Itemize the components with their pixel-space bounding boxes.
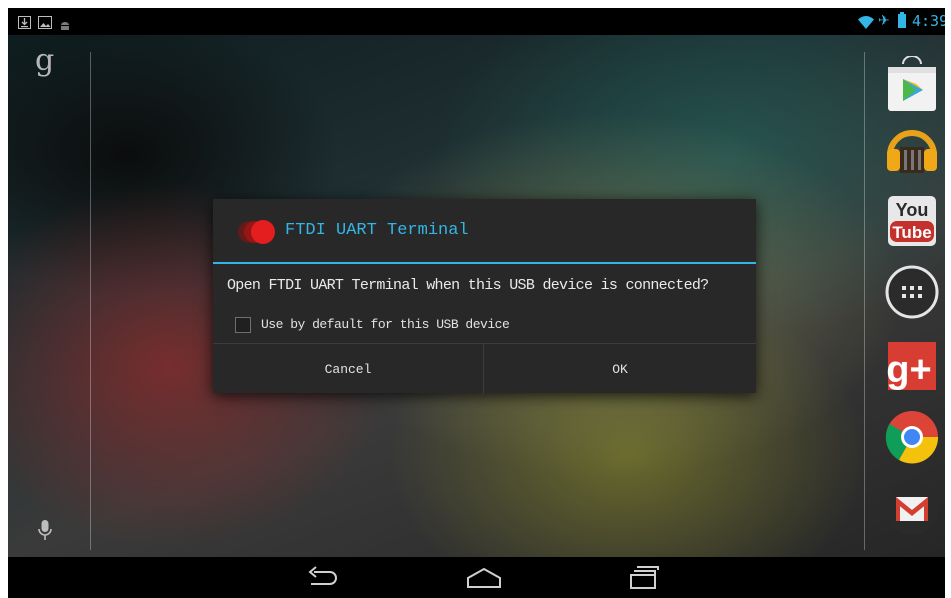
dock-divider bbox=[864, 52, 865, 550]
svg-text:g+: g+ bbox=[886, 349, 931, 391]
chrome-icon[interactable] bbox=[883, 408, 941, 466]
navigation-bar bbox=[8, 557, 945, 598]
dialog-title-divider bbox=[213, 262, 756, 264]
cancel-button[interactable]: Cancel bbox=[213, 344, 484, 394]
back-icon[interactable] bbox=[305, 566, 341, 594]
battery-icon bbox=[898, 12, 906, 28]
use-by-default-label[interactable]: Use by default for this USB device bbox=[261, 315, 510, 335]
device-screen: ✈ 4:39 g You Tube g+ FTDI UART Terminal … bbox=[8, 8, 945, 598]
ok-button[interactable]: OK bbox=[484, 344, 756, 394]
wifi-icon bbox=[858, 14, 874, 29]
google-search-button[interactable]: g bbox=[35, 44, 54, 78]
status-bar: ✈ 4:39 bbox=[8, 8, 945, 35]
play-store-icon[interactable] bbox=[883, 55, 941, 114]
dialog-title: FTDI UART Terminal bbox=[285, 221, 469, 240]
svg-text:You: You bbox=[896, 200, 929, 220]
all-apps-icon[interactable] bbox=[883, 263, 941, 321]
microphone-icon[interactable] bbox=[38, 520, 52, 546]
dialog-message: Open FTDI UART Terminal when this USB de… bbox=[227, 277, 709, 294]
ftdi-app-icon bbox=[233, 217, 279, 247]
google-plus-icon[interactable]: g+ bbox=[883, 338, 941, 396]
home-icon[interactable] bbox=[466, 566, 502, 594]
recent-apps-icon[interactable] bbox=[625, 566, 661, 594]
usb-app-dialog: FTDI UART Terminal Open FTDI UART Termin… bbox=[213, 199, 756, 394]
android-debug-icon bbox=[60, 16, 70, 35]
gmail-icon[interactable] bbox=[883, 479, 941, 537]
youtube-icon[interactable]: You Tube bbox=[883, 192, 941, 250]
status-clock: 4:39 bbox=[912, 12, 945, 30]
svg-text:Tube: Tube bbox=[892, 223, 931, 242]
search-bar-divider bbox=[90, 52, 91, 550]
headphones-icon[interactable] bbox=[883, 119, 941, 177]
image-notification-icon bbox=[38, 14, 52, 33]
dialog-button-bar: Cancel OK bbox=[213, 343, 756, 394]
use-by-default-checkbox[interactable] bbox=[235, 317, 251, 333]
airplane-mode-icon: ✈ bbox=[878, 13, 890, 29]
download-icon bbox=[18, 14, 31, 33]
